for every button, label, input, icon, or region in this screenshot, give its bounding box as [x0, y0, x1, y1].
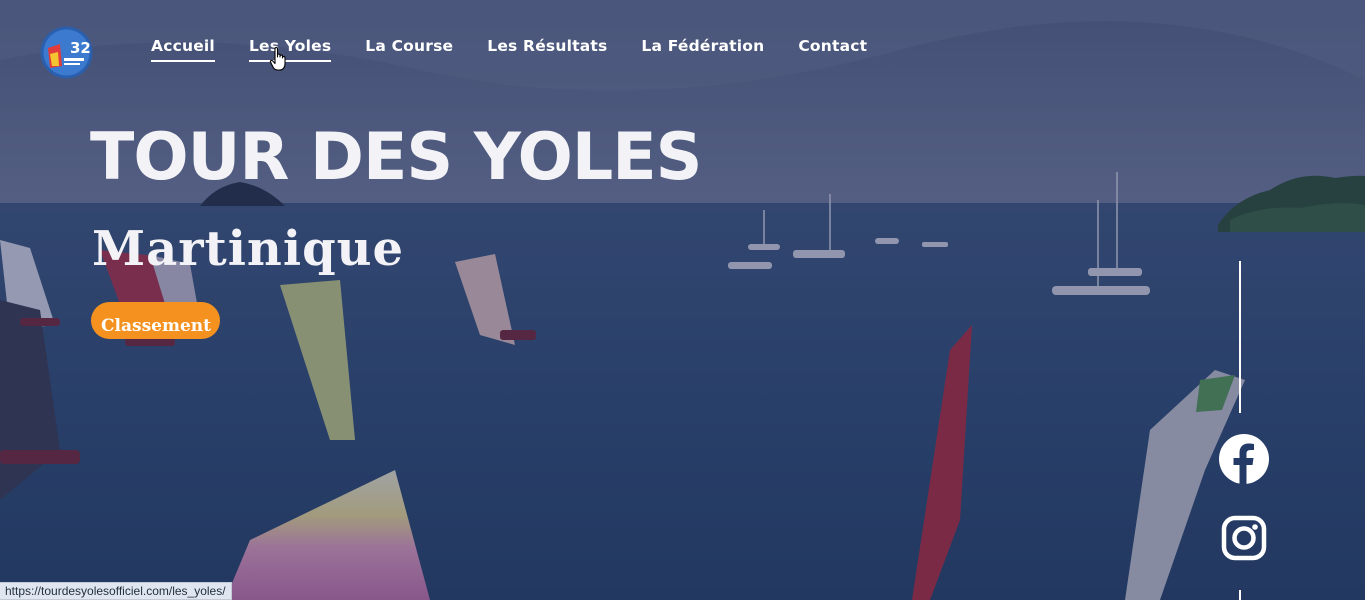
site-logo[interactable]: 32: [40, 26, 93, 79]
nav-link-contact[interactable]: Contact: [798, 36, 867, 62]
hero-subtitle: Martinique: [92, 221, 405, 277]
instagram-link[interactable]: [1221, 515, 1267, 561]
nav-link-les-resultats[interactable]: Les Résultats: [487, 36, 607, 62]
hero-title: TOUR DES YOLES: [90, 120, 702, 195]
hand-pointer-cursor-icon: [269, 46, 289, 72]
hero-dark-overlay: [0, 0, 1365, 600]
browser-status-url: https://tourdesyolesofficiel.com/les_yol…: [0, 582, 232, 600]
classement-button[interactable]: Classement: [91, 302, 220, 339]
nav-link-la-federation[interactable]: La Fédération: [641, 36, 764, 62]
facebook-link[interactable]: [1219, 434, 1269, 484]
social-divider-line: [1239, 261, 1241, 413]
social-divider-line-bottom: [1239, 590, 1241, 600]
nav-link-les-yoles[interactable]: Les Yoles: [248, 36, 332, 62]
nav-link-accueil[interactable]: Accueil: [151, 36, 215, 62]
instagram-icon: [1221, 515, 1267, 561]
main-navigation: Accueil Les Yoles La Course Les Résultat…: [151, 36, 901, 62]
svg-text:32: 32: [70, 39, 91, 57]
facebook-icon: [1219, 434, 1269, 484]
nav-link-la-course[interactable]: La Course: [365, 36, 453, 62]
